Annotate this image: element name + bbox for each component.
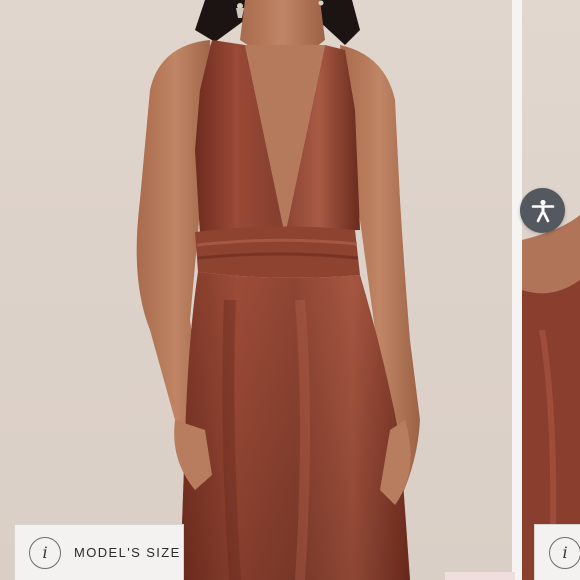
next-image-preview-illustration: [522, 215, 580, 580]
gallery-gap: [512, 0, 522, 580]
models-size-button[interactable]: i MODEL'S SIZE: [14, 524, 184, 580]
product-next-image[interactable]: [522, 0, 580, 580]
next-image-info-button[interactable]: i: [534, 524, 580, 580]
info-icon: i: [549, 536, 580, 569]
bottom-banner-edge: [445, 572, 515, 580]
accessibility-person-icon: [531, 199, 554, 222]
models-size-label: MODEL'S SIZE: [74, 545, 181, 560]
product-main-image[interactable]: [0, 0, 512, 580]
accessibility-button[interactable]: [520, 188, 565, 233]
model-in-velvet-dress-illustration: [136, 0, 420, 580]
info-icon: i: [29, 536, 61, 569]
